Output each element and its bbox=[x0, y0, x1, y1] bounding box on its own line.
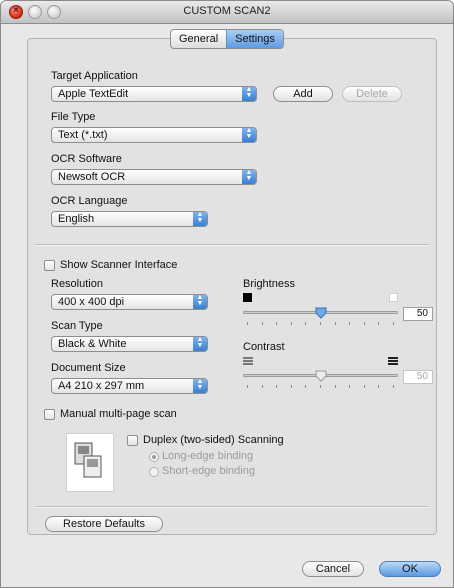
restore-defaults-button[interactable]: Restore Defaults bbox=[45, 516, 163, 532]
ocr-language-label: OCR Language bbox=[51, 195, 128, 207]
delete-button[interactable]: Delete bbox=[342, 86, 402, 102]
popup-arrows-icon: ▲ ▼ bbox=[193, 336, 207, 351]
target-application-select[interactable]: Apple TextEdit ▲ ▼ bbox=[51, 86, 257, 102]
window-title: CUSTOM SCAN2 bbox=[183, 5, 271, 17]
brightness-slider-knob[interactable] bbox=[315, 307, 327, 319]
ok-button[interactable]: OK bbox=[379, 561, 441, 577]
popup-arrows-icon: ▲ ▼ bbox=[193, 211, 207, 226]
brightness-value-field[interactable]: 50 bbox=[403, 307, 433, 321]
short-edge-binding-radio[interactable] bbox=[149, 467, 159, 477]
long-edge-binding-radio[interactable] bbox=[149, 452, 159, 462]
cancel-button[interactable]: Cancel bbox=[302, 561, 364, 577]
duplex-pages-icon bbox=[74, 442, 102, 478]
popup-arrows-icon: ▲ ▼ bbox=[193, 294, 207, 309]
add-button[interactable]: Add bbox=[273, 86, 333, 102]
brightness-dark-icon bbox=[243, 293, 252, 302]
target-application-label: Target Application bbox=[51, 70, 138, 82]
target-application-value: Apple TextEdit bbox=[58, 88, 129, 100]
scan-type-select[interactable]: Black & White ▲ ▼ bbox=[51, 336, 208, 352]
scan-type-label: Scan Type bbox=[51, 320, 103, 332]
dialog-window: × CUSTOM SCAN2 General Settings Target A… bbox=[0, 0, 454, 588]
ocr-software-label: OCR Software bbox=[51, 153, 122, 165]
resolution-label: Resolution bbox=[51, 278, 103, 290]
contrast-label: Contrast bbox=[243, 341, 285, 353]
popup-arrows-icon: ▲ ▼ bbox=[242, 86, 256, 101]
scan-type-value: Black & White bbox=[58, 338, 127, 350]
document-size-label: Document Size bbox=[51, 362, 126, 374]
long-edge-binding-label: Long-edge binding bbox=[162, 450, 254, 462]
show-scanner-interface-label: Show Scanner Interface bbox=[60, 259, 178, 271]
duplex-checkbox[interactable] bbox=[127, 435, 138, 446]
resolution-select[interactable]: 400 x 400 dpi ▲ ▼ bbox=[51, 294, 208, 310]
section-divider bbox=[36, 506, 428, 508]
popup-arrows-icon: ▲ ▼ bbox=[242, 169, 256, 184]
tab-bar: General Settings bbox=[170, 29, 284, 49]
brightness-slider-ticks bbox=[247, 322, 394, 326]
settings-panel: Target Application Apple TextEdit ▲ ▼ Add… bbox=[27, 38, 437, 535]
file-type-select[interactable]: Text (*.txt) ▲ ▼ bbox=[51, 127, 257, 143]
document-size-value: A4 210 x 297 mm bbox=[58, 380, 145, 392]
title-bar[interactable]: × CUSTOM SCAN2 bbox=[1, 1, 453, 24]
popup-arrows-icon: ▲ ▼ bbox=[193, 378, 207, 393]
contrast-slider-knob[interactable] bbox=[315, 370, 327, 382]
document-size-select[interactable]: A4 210 x 297 mm ▲ ▼ bbox=[51, 378, 208, 394]
manual-multi-page-label: Manual multi-page scan bbox=[60, 408, 177, 420]
show-scanner-interface-checkbox[interactable] bbox=[44, 260, 55, 271]
resolution-value: 400 x 400 dpi bbox=[58, 296, 125, 308]
brightness-light-icon bbox=[389, 293, 398, 302]
ocr-software-select[interactable]: Newsoft OCR ▲ ▼ bbox=[51, 169, 257, 185]
tab-settings[interactable]: Settings bbox=[226, 30, 283, 48]
manual-multi-page-checkbox[interactable] bbox=[44, 409, 55, 420]
brightness-label: Brightness bbox=[243, 278, 295, 290]
ocr-language-select[interactable]: English ▲ ▼ bbox=[51, 211, 208, 227]
contrast-slider-ticks bbox=[247, 385, 394, 389]
ocr-language-value: English bbox=[58, 213, 95, 225]
section-divider bbox=[36, 244, 428, 246]
ocr-software-value: Newsoft OCR bbox=[58, 171, 126, 183]
duplex-preview-image bbox=[66, 433, 114, 492]
contrast-low-icon bbox=[243, 357, 253, 365]
contrast-high-icon bbox=[388, 357, 398, 365]
popup-arrows-icon: ▲ ▼ bbox=[242, 127, 256, 142]
tab-general[interactable]: General bbox=[171, 30, 226, 48]
file-type-value: Text (*.txt) bbox=[58, 129, 108, 141]
file-type-label: File Type bbox=[51, 111, 96, 123]
duplex-label: Duplex (two-sided) Scanning bbox=[143, 434, 284, 446]
short-edge-binding-label: Short-edge binding bbox=[162, 465, 255, 477]
contrast-value-field[interactable]: 50 bbox=[403, 370, 433, 384]
